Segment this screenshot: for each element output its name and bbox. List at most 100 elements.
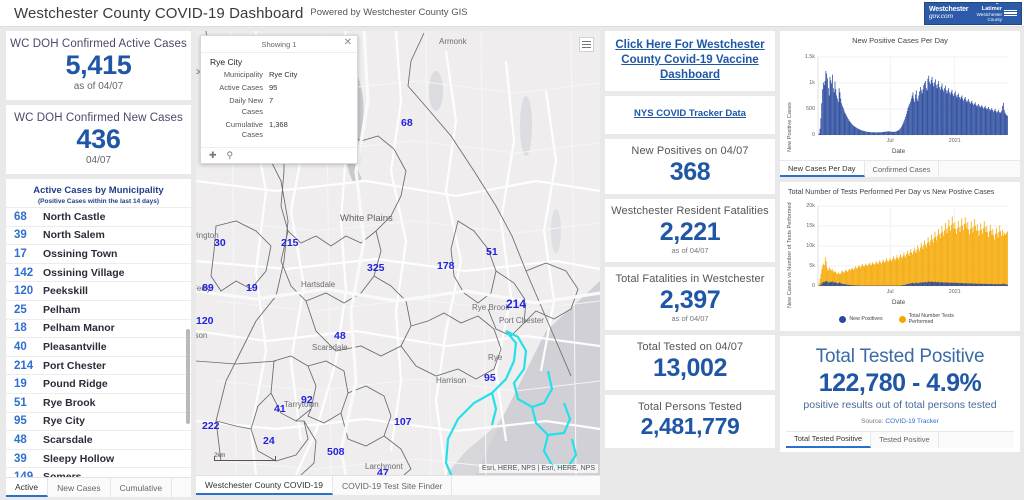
municipality-name: Scarsdale — [43, 434, 93, 447]
nys-tracker-card[interactable]: NYS COVID Tracker Data — [605, 96, 775, 134]
municipality-scrollbar[interactable] — [186, 329, 190, 425]
list-item[interactable]: 68 North Castle — [6, 207, 191, 226]
map-feature-popup[interactable]: Showing 1 ✕ Rye City Municipality Rye Cit… — [200, 35, 358, 165]
legend-list-icon[interactable] — [579, 37, 594, 52]
map-case-count[interactable]: 215 — [281, 237, 299, 249]
x-tick-label: Jul — [886, 138, 894, 144]
chart-card-new-cases-per-day: New Positive Cases Per Day New Positive … — [780, 31, 1020, 177]
scalebar-bar — [214, 456, 276, 461]
list-item[interactable]: 120 Peekskill — [6, 281, 191, 300]
vaccine-dashboard-card[interactable]: Click Here For Westchester County Covid-… — [605, 31, 775, 91]
map-scalebar: 2km — [214, 453, 276, 461]
active-cases-asof: as of 04/07 — [73, 81, 124, 93]
list-item[interactable]: 39 Sleepy Hollow — [6, 448, 191, 468]
map-case-count[interactable]: 214 — [506, 297, 526, 311]
stat-subtext: as of 04/07 — [671, 314, 709, 323]
map-case-count[interactable]: 222 — [202, 420, 220, 432]
municipality-name: Pound Ridge — [43, 378, 108, 391]
chart1-y-axis-label: New Positive Cases — [787, 102, 793, 152]
map-case-count[interactable]: 51 — [486, 246, 498, 258]
right-charts-column: New Positive Cases Per Day New Positive … — [780, 31, 1020, 495]
municipality-count: 95 — [14, 415, 27, 428]
map-case-count[interactable]: 47 — [377, 467, 389, 475]
y-tick-label: 10k — [806, 242, 815, 249]
map-case-count[interactable]: 24 — [263, 435, 275, 447]
municipality-count: 51 — [14, 396, 27, 409]
list-item[interactable]: 40 Pleasantville — [6, 337, 191, 356]
municipality-tab-0[interactable]: Active — [6, 478, 49, 498]
stat-label: Total Tested on 04/07 — [636, 341, 744, 353]
new-cases-label: WC DOH Confirmed New Cases — [14, 112, 183, 125]
popup-footer: ✚ ⚲ — [201, 147, 357, 163]
map-case-count[interactable]: 89 — [202, 282, 214, 294]
total-tested-positive-card: Total Tested Positive 122,780 - 4.9% pos… — [780, 335, 1020, 452]
chart2-title: Total Number of Tests Performed Per Day … — [788, 187, 995, 196]
map-place-label: White Plains — [340, 213, 393, 224]
close-icon[interactable]: ✕ — [344, 38, 352, 48]
map-canvas[interactable]: Armonk White Plains Hartsdale Scarsdale Rye … — [196, 31, 600, 475]
chart1-body[interactable]: New Positive Cases 0 500 1k 1.5k Jul 2021 Da… — [780, 47, 1020, 160]
map-case-count[interactable]: 30 — [214, 237, 226, 249]
list-item[interactable]: 48 Scarsdale — [6, 430, 191, 449]
list-item[interactable]: 39 North Salem — [6, 225, 191, 245]
municipality-count: 17 — [14, 248, 27, 261]
list-item[interactable]: 95 Rye City — [6, 411, 191, 431]
map-case-count[interactable]: 325 — [367, 262, 385, 274]
list-item[interactable]: 25 Pelham — [6, 300, 191, 319]
popup-field-key: Municipality — [223, 70, 263, 79]
tested-positive-title: Total Tested Positive — [815, 345, 985, 367]
municipality-name: Port Chester — [43, 359, 107, 372]
list-item[interactable]: 214 Port Chester — [6, 355, 191, 375]
map-case-count[interactable]: 68 — [401, 117, 413, 129]
municipality-tab-2[interactable]: Cumulative — [110, 478, 173, 498]
map-case-count[interactable]: 95 — [484, 372, 496, 384]
zoom-icon[interactable]: ⚲ — [227, 150, 234, 161]
chart1-title: New Positive Cases Per Day — [852, 36, 948, 45]
list-item[interactable]: 18 Pelham Manor — [6, 318, 191, 338]
stat-card: Total Persons Tested 2,481,779 — [605, 395, 775, 448]
tested-positive-tab-1[interactable]: Tested Positive — [871, 431, 939, 448]
stat-value: 2,481,779 — [640, 413, 740, 439]
map-case-count[interactable]: 92 — [301, 394, 313, 406]
popup-field-row: Cumulative Cases 1,368 — [207, 120, 351, 142]
popup-field-row: Active Cases 95 — [207, 83, 351, 94]
vaccine-dashboard-link[interactable]: Click Here For Westchester County Covid-… — [611, 38, 769, 84]
map-case-count[interactable]: 19 — [246, 282, 258, 294]
municipality-count: 120 — [14, 285, 34, 298]
municipality-list[interactable]: 68 North Castle 39 North Salem 17 Ossining To… — [6, 207, 191, 477]
tested-positive-tab-0[interactable]: Total Tested Positive — [786, 431, 872, 448]
y-tick-label: 1k — [809, 79, 815, 86]
stat-card-active-cases: WC DOH Confirmed Active Cases 5,415 as o… — [6, 31, 191, 101]
stat-card-new-cases: WC DOH Confirmed New Cases 436 04/07 — [6, 105, 191, 175]
source-prefix: Source: — [861, 417, 886, 425]
nys-tracker-link[interactable]: NYS COVID Tracker Data — [634, 108, 746, 121]
map-case-count[interactable]: 120 — [196, 315, 214, 327]
list-item[interactable]: 142 Ossining Village — [6, 262, 191, 282]
logo-wordmark: Westchester gov.com — [929, 6, 969, 20]
list-item[interactable]: 17 Ossining Town — [6, 244, 191, 263]
municipality-count: 142 — [14, 266, 34, 279]
list-item[interactable]: 149Somers — [6, 467, 191, 477]
chart2-body[interactable]: New Cases vs Number of Tests Performed 0… — [780, 198, 1020, 311]
list-item[interactable]: 19 Pound Ridge — [6, 374, 191, 393]
map-case-count[interactable]: 41 — [274, 403, 286, 415]
municipality-header: Active Cases by Municipality (Positive C… — [6, 179, 191, 209]
tested-positive-tabbar: Total Tested Positive Tested Positive — [786, 430, 1014, 448]
municipality-name: Peekskill — [43, 285, 88, 298]
stat-subtext: as of 04/07 — [671, 246, 709, 255]
stat-card: Total Tested on 04/07 13,002 — [605, 335, 775, 390]
map-case-count[interactable]: 107 — [394, 416, 412, 428]
stat-label: Total Persons Tested — [638, 401, 742, 413]
municipality-tab-1[interactable]: New Cases — [48, 478, 111, 498]
source-link[interactable]: COVID-19 Tracker — [885, 418, 938, 425]
map-tab-0[interactable]: Westchester County COVID-19 — [196, 476, 333, 495]
map-tab-1[interactable]: COVID-19 Test Site Finder — [332, 476, 453, 495]
move-icon[interactable]: ✚ — [209, 150, 217, 161]
map-case-count[interactable]: 48 — [334, 330, 346, 342]
map-case-count[interactable]: 178 — [437, 260, 455, 272]
map-case-count[interactable]: 508 — [327, 446, 345, 458]
popup-field-table: Municipality Rye City Active Cases 95 Daily … — [201, 70, 357, 147]
municipality-name: Ossining Village — [43, 266, 125, 279]
westchester-gov-logo[interactable]: Westchester gov.com George Latimer Westc… — [924, 2, 1022, 25]
list-item[interactable]: 51 Rye Brook — [6, 393, 191, 412]
